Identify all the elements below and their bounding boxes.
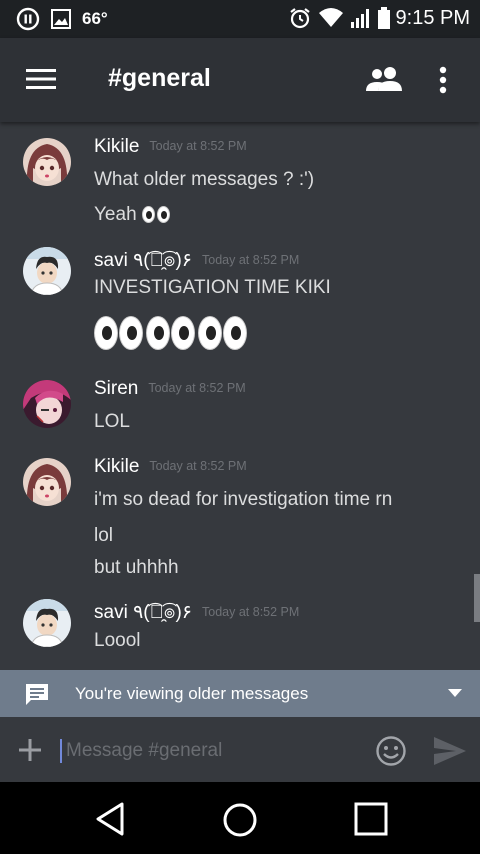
- message-timestamp: Today at 8:52 PM: [202, 605, 300, 619]
- message-text: Loool: [94, 630, 141, 651]
- message-timestamp: Today at 8:52 PM: [149, 459, 247, 473]
- pause-icon: [16, 7, 40, 31]
- message-text: i'm so dead for investigation time rn: [94, 489, 393, 510]
- chevron-down-icon[interactable]: [448, 689, 462, 697]
- back-icon[interactable]: [95, 802, 125, 836]
- temperature: 66°: [82, 9, 108, 28]
- older-messages-banner[interactable]: You're viewing older messages: [0, 670, 480, 717]
- avatar[interactable]: [23, 458, 71, 506]
- message-composer: [0, 717, 480, 782]
- alarm-icon: [289, 8, 310, 29]
- chat-icon: [26, 684, 48, 705]
- avatar[interactable]: [23, 247, 71, 295]
- image-icon: [51, 9, 71, 29]
- avatar[interactable]: [23, 138, 71, 186]
- message-list[interactable]: Kikile Today at 8:52 PM What older messag…: [0, 122, 480, 670]
- message-author[interactable]: Kikile Today at 8:52 PM: [94, 456, 247, 478]
- clock: 9:15 PM: [395, 6, 470, 29]
- message-timestamp: Today at 8:52 PM: [149, 139, 247, 153]
- message-text: INVESTIGATION TIME KIKI: [94, 277, 331, 298]
- system-nav-bar: [0, 782, 480, 854]
- plus-icon[interactable]: [17, 737, 43, 763]
- message-author[interactable]: savi ٩(͡๏̯͡๏)۶ Today at 8:52 PM: [94, 245, 299, 275]
- message-author[interactable]: Siren Today at 8:52 PM: [94, 378, 246, 400]
- message-timestamp: Today at 8:52 PM: [148, 381, 246, 395]
- send-icon[interactable]: [434, 737, 466, 765]
- message-text: lol: [94, 525, 114, 546]
- app-bar: #general: [0, 38, 480, 122]
- message-text: LOL: [94, 411, 130, 432]
- scrollbar-thumb[interactable]: [474, 574, 480, 622]
- emoji-icon[interactable]: [375, 735, 407, 767]
- wifi-icon: [318, 8, 343, 27]
- members-icon[interactable]: [366, 66, 402, 92]
- avatar[interactable]: [23, 380, 71, 428]
- message-text: What older messages ? :'): [94, 169, 315, 190]
- message-timestamp: Today at 8:52 PM: [202, 253, 300, 267]
- battery-icon: [377, 7, 390, 29]
- message-input[interactable]: [64, 735, 358, 767]
- channel-title: #general: [108, 64, 211, 92]
- eyes-emoji-row: [94, 316, 247, 350]
- avatar[interactable]: [23, 599, 71, 647]
- hamburger-menu-icon[interactable]: [26, 67, 56, 91]
- overflow-menu-icon[interactable]: [438, 66, 448, 94]
- text-caret: [60, 739, 62, 763]
- message-author[interactable]: savi ٩(͡๏̯͡๏)۶ Today at 8:52 PM: [94, 597, 299, 627]
- home-icon[interactable]: [222, 802, 258, 838]
- status-bar: 66° 9:15 PM: [0, 0, 480, 38]
- message-text: Yeah: [94, 204, 170, 226]
- banner-text: You're viewing older messages: [75, 684, 309, 703]
- message-author[interactable]: Kikile Today at 8:52 PM: [94, 136, 247, 158]
- recent-apps-icon[interactable]: [354, 802, 388, 836]
- message-text: but uhhhh: [94, 557, 179, 578]
- eyes-emoji: [141, 206, 170, 224]
- signal-icon: [350, 9, 369, 28]
